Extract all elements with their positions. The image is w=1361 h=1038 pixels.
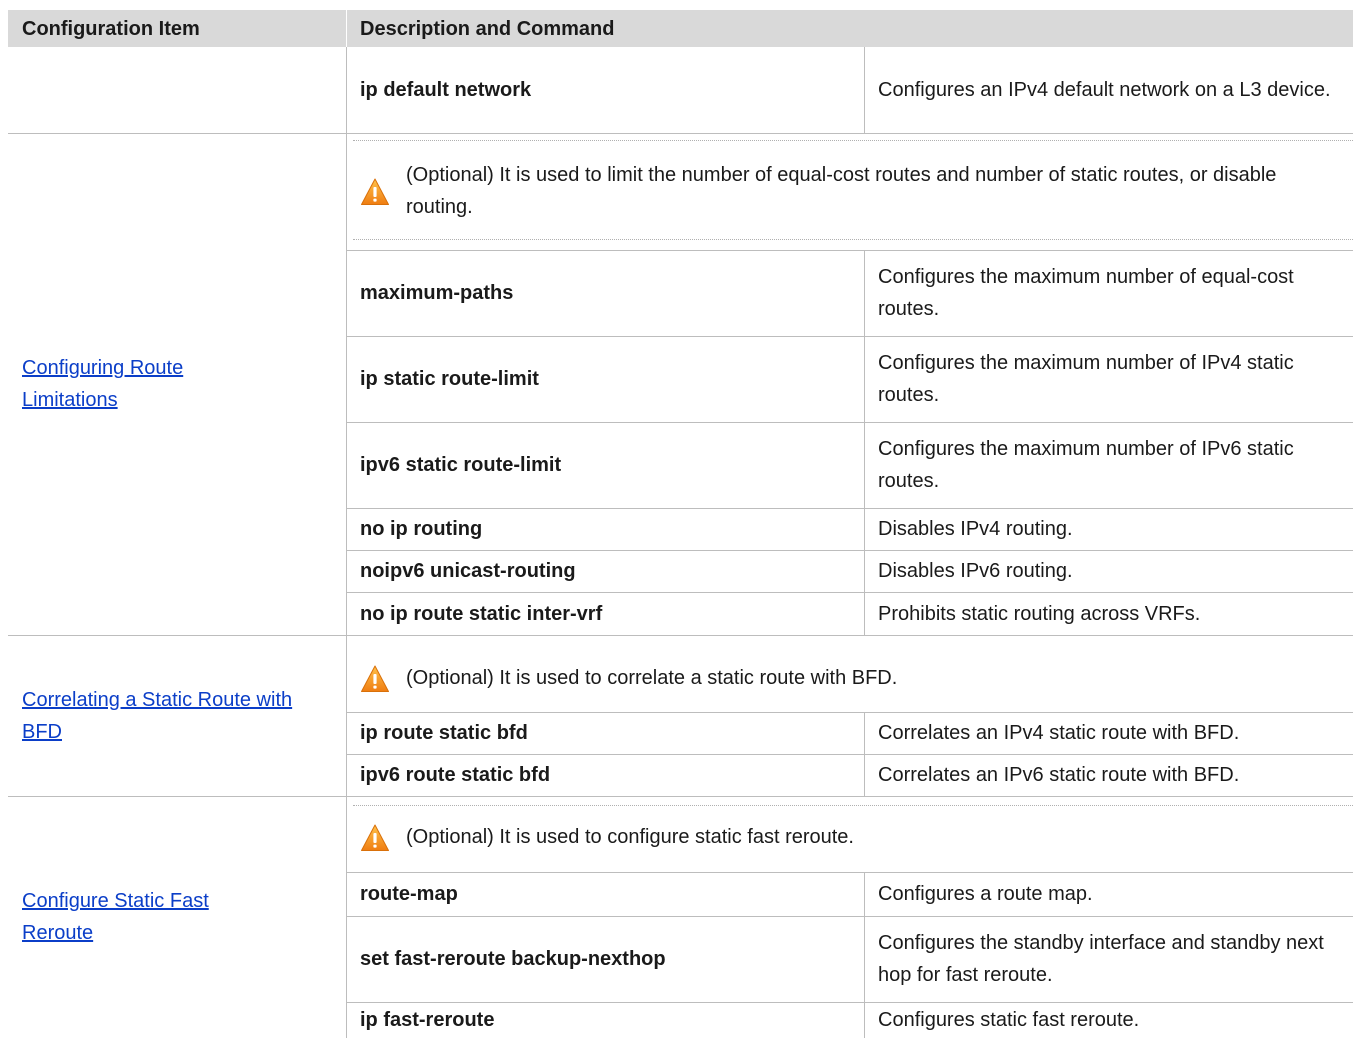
description-cell: Correlates an IPv4 static route with BFD…	[878, 722, 1240, 744]
command-cell: noipv6 unicast-routing	[360, 560, 576, 582]
note-border	[353, 239, 1353, 240]
description-cell: Disables IPv4 routing.	[878, 518, 1073, 540]
warning-triangle-icon	[360, 664, 390, 694]
description-cell: Configures a route map.	[878, 883, 1093, 905]
header-divider	[346, 10, 347, 47]
command-cell: ip route static bfd	[360, 722, 528, 744]
description-cell: Configures the maximum number of equal-c…	[878, 266, 1294, 320]
note-text: (Optional) It is used to configure stati…	[406, 826, 854, 848]
row-divider	[346, 754, 1353, 755]
command-cell: route-map	[360, 883, 458, 905]
optional-note-route-limitations: (Optional) It is used to limit the numbe…	[346, 141, 1353, 241]
row-divider	[346, 872, 1353, 873]
config-item-correlating-static-route-bfd: Correlating a Static Route with BFD	[8, 635, 346, 796]
row-divider	[8, 635, 1353, 636]
row-divider	[346, 422, 1353, 423]
row-divider	[346, 1002, 1353, 1003]
note-border	[353, 140, 1353, 141]
row-divider	[346, 550, 1353, 551]
description-cell: Configures an IPv4 default network on a …	[878, 79, 1331, 101]
description-cell: Correlates an IPv6 static route with BFD…	[878, 764, 1240, 786]
row-divider	[346, 592, 1353, 593]
description-cell: Configures the standby interface and sta…	[878, 932, 1324, 986]
column-divider	[864, 250, 865, 635]
link-configuring-route-limitations[interactable]: Configuring Route Limitations	[22, 352, 242, 416]
command-cell: ipv6 route static bfd	[360, 764, 551, 786]
row-divider	[346, 336, 1353, 337]
command-cell: no ip route static inter-vrf	[360, 602, 603, 625]
command-cell: set fast-reroute backup-nexthop	[360, 948, 666, 970]
row-divider	[8, 796, 1353, 797]
optional-note-bfd: (Optional) It is used to correlate a sta…	[346, 653, 1353, 703]
link-correlating-static-route-with-bfd[interactable]: Correlating a Static Route with BFD	[22, 684, 312, 748]
command-cell: ip fast-reroute	[360, 1009, 495, 1031]
description-cell: Configures the maximum number of IPv6 st…	[878, 438, 1294, 492]
command-cell: ip static route-limit	[360, 368, 539, 390]
header-description-and-command: Description and Command	[346, 10, 1353, 47]
link-configure-static-fast-reroute[interactable]: Configure Static Fast Reroute	[22, 885, 252, 949]
config-item-route-limitations: Configuring Route Limitations	[8, 133, 346, 635]
optional-note-fast-reroute: (Optional) It is used to configure stati…	[346, 812, 1353, 862]
warning-triangle-icon	[360, 177, 390, 207]
column-divider	[864, 872, 865, 1038]
row-divider	[346, 508, 1353, 509]
command-cell: ipv6 static route-limit	[360, 454, 562, 476]
row-divider	[346, 712, 1353, 713]
note-border	[353, 805, 1353, 806]
note-text: (Optional) It is used to limit the numbe…	[406, 164, 1277, 218]
description-cell: Configures the maximum number of IPv4 st…	[878, 352, 1294, 406]
config-item-static-fast-reroute: Configure Static Fast Reroute	[8, 796, 346, 1038]
row-divider	[8, 133, 1353, 134]
header-configuration-item: Configuration Item	[8, 10, 346, 47]
warning-triangle-icon	[360, 823, 390, 853]
command-cell: maximum-paths	[360, 282, 514, 304]
column-divider	[864, 47, 865, 133]
row-divider	[346, 916, 1353, 917]
command-cell: no ip routing	[360, 518, 483, 540]
description-cell: Prohibits static routing across VRFs.	[878, 602, 1201, 625]
description-cell: Disables IPv6 routing.	[878, 560, 1073, 582]
command-cell: ip default network	[360, 79, 532, 101]
note-text: (Optional) It is used to correlate a sta…	[406, 667, 898, 689]
row-divider	[346, 250, 1353, 251]
column-divider	[346, 47, 347, 1038]
description-cell: Configures static fast reroute.	[878, 1009, 1140, 1031]
